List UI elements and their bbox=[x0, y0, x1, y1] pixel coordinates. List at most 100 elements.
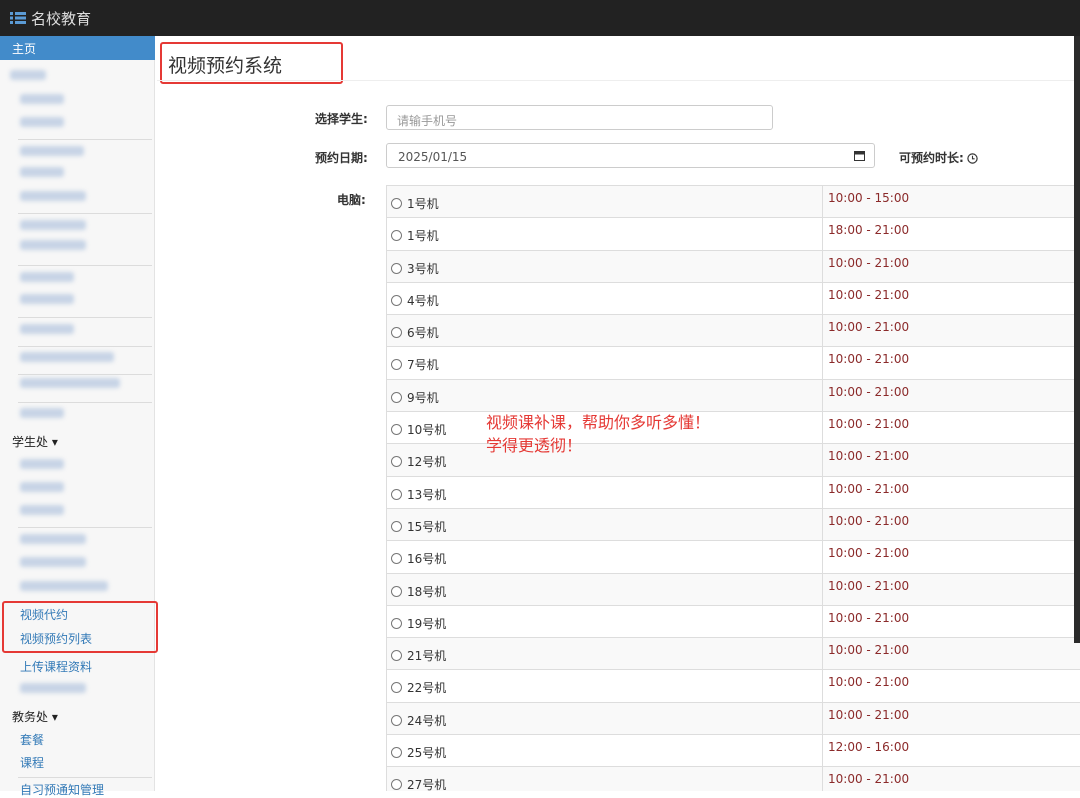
top-navbar: 名校教育 bbox=[0, 0, 1080, 36]
machine-radio[interactable] bbox=[391, 488, 402, 500]
machine-radio[interactable] bbox=[391, 424, 402, 436]
sidebar-redacted-item[interactable] bbox=[10, 70, 46, 80]
sidebar-redacted-item[interactable] bbox=[20, 94, 64, 104]
machine-name[interactable]: 3号机 bbox=[407, 260, 439, 277]
machine-name[interactable]: 22号机 bbox=[407, 679, 446, 696]
sidebar-redacted-item[interactable] bbox=[20, 191, 86, 201]
sidebar-redacted-item[interactable] bbox=[20, 581, 108, 591]
machine-row: 24号机 10:00 - 21:00 bbox=[387, 702, 1080, 736]
calendar-icon[interactable] bbox=[854, 150, 865, 161]
machine-radio[interactable] bbox=[391, 456, 402, 468]
machine-radio[interactable] bbox=[391, 682, 402, 694]
machine-name[interactable]: 13号机 bbox=[407, 486, 446, 503]
sidebar-item-courses[interactable]: 课程 bbox=[20, 754, 44, 771]
sidebar-redacted-item[interactable] bbox=[20, 294, 74, 304]
machine-row: 19号机 10:00 - 21:00 bbox=[387, 605, 1080, 639]
machine-name[interactable]: 15号机 bbox=[407, 518, 446, 535]
machine-radio[interactable] bbox=[391, 650, 402, 662]
sidebar-section-student[interactable]: 学生处 ▾ bbox=[12, 433, 58, 450]
brand-link[interactable]: 名校教育 bbox=[10, 7, 91, 29]
machine-name[interactable]: 18号机 bbox=[407, 583, 446, 600]
machine-name[interactable]: 7号机 bbox=[407, 356, 439, 373]
machine-cell: 18号机 bbox=[387, 573, 823, 605]
clock-icon bbox=[967, 153, 978, 164]
sidebar-redacted-item[interactable] bbox=[20, 220, 86, 230]
sidebar-redacted-item[interactable] bbox=[20, 459, 64, 469]
machine-cell: 15号机 bbox=[387, 508, 823, 541]
machine-radio[interactable] bbox=[391, 747, 402, 759]
machine-name[interactable]: 21号机 bbox=[407, 647, 446, 664]
machine-radio[interactable] bbox=[391, 230, 402, 242]
machine-time-slot: 10:00 - 21:00 bbox=[828, 449, 910, 464]
machine-radio[interactable] bbox=[391, 262, 402, 274]
machine-radio[interactable] bbox=[391, 779, 402, 791]
sidebar-item-packages[interactable]: 套餐 bbox=[20, 731, 44, 748]
sidebar-redacted-item[interactable] bbox=[20, 146, 84, 156]
machine-radio[interactable] bbox=[391, 520, 402, 532]
machine-row: 27号机 10:00 - 21:00 bbox=[387, 767, 1080, 791]
machine-row: 16号机 10:00 - 21:00 bbox=[387, 541, 1080, 574]
machine-row: 22号机 10:00 - 21:00 bbox=[387, 670, 1080, 703]
machine-radio[interactable] bbox=[391, 585, 402, 597]
machine-cell: 3号机 bbox=[387, 250, 823, 282]
machine-name[interactable]: 19号机 bbox=[407, 615, 446, 632]
sidebar-redacted-item[interactable] bbox=[20, 683, 86, 693]
machine-name[interactable]: 12号机 bbox=[407, 453, 446, 470]
machine-radio[interactable] bbox=[391, 359, 402, 371]
sidebar-redacted-item[interactable] bbox=[20, 324, 74, 334]
sidebar-item-upload-materials[interactable]: 上传课程资料 bbox=[20, 658, 92, 675]
machine-cell: 16号机 bbox=[387, 541, 823, 573]
machine-name[interactable]: 16号机 bbox=[407, 550, 446, 567]
machine-cell: 1号机 bbox=[387, 186, 823, 218]
sidebar-item-home-label: 主页 bbox=[12, 42, 37, 56]
machine-radio[interactable] bbox=[391, 198, 402, 209]
machine-name[interactable]: 1号机 bbox=[407, 195, 439, 212]
sidebar-item-study-notice[interactable]: 自习预通知管理 bbox=[20, 781, 104, 798]
sidebar-section-academic[interactable]: 教务处 ▾ bbox=[12, 708, 58, 725]
machine-cell: 1号机 bbox=[387, 218, 823, 250]
sidebar-redacted-item[interactable] bbox=[20, 482, 64, 492]
machine-name[interactable]: 1号机 bbox=[407, 227, 439, 244]
sidebar-redacted-item[interactable] bbox=[20, 240, 86, 250]
sidebar-redacted-item[interactable] bbox=[20, 408, 64, 418]
sidebar-divider bbox=[18, 213, 152, 214]
machine-name[interactable]: 25号机 bbox=[407, 744, 446, 761]
machine-time-slot: 10:00 - 21:00 bbox=[828, 352, 910, 367]
scrollbar[interactable] bbox=[1074, 36, 1080, 643]
machine-cell: 24号机 bbox=[387, 702, 823, 735]
brand-name: 名校教育 bbox=[31, 9, 92, 28]
sidebar-redacted-item[interactable] bbox=[20, 352, 114, 362]
machine-cell: 21号机 bbox=[387, 638, 823, 670]
machine-cell: 4号机 bbox=[387, 282, 823, 315]
sidebar-redacted-item[interactable] bbox=[20, 557, 86, 567]
sidebar-redacted-item[interactable] bbox=[20, 167, 64, 177]
sidebar-item-home[interactable]: 主页 bbox=[0, 36, 155, 60]
machine-radio[interactable] bbox=[391, 617, 402, 629]
machine-radio[interactable] bbox=[391, 327, 402, 339]
date-value: 2025/01/15 bbox=[398, 150, 468, 164]
student-phone-input[interactable]: 请输手机号 bbox=[386, 105, 773, 130]
machine-name[interactable]: 24号机 bbox=[407, 712, 446, 729]
machine-name[interactable]: 6号机 bbox=[407, 324, 439, 341]
machine-radio[interactable] bbox=[391, 391, 402, 403]
machine-cell: 22号机 bbox=[387, 670, 823, 702]
sidebar-redacted-item[interactable] bbox=[20, 272, 74, 282]
machine-cell: 19号机 bbox=[387, 605, 823, 638]
machine-radio[interactable] bbox=[391, 714, 402, 726]
sidebar-redacted-item[interactable] bbox=[20, 505, 64, 515]
machine-radio[interactable] bbox=[391, 553, 402, 565]
machine-name[interactable]: 4号机 bbox=[407, 292, 439, 309]
sidebar-redacted-item[interactable] bbox=[20, 534, 86, 544]
date-input[interactable]: 2025/01/15 bbox=[386, 143, 875, 168]
machine-name[interactable]: 10号机 bbox=[407, 421, 446, 438]
machine-name[interactable]: 27号机 bbox=[407, 776, 446, 791]
machine-row: 1号机 18:00 - 21:00 bbox=[387, 218, 1080, 251]
machine-radio[interactable] bbox=[391, 294, 402, 306]
title-divider bbox=[157, 80, 1075, 81]
sidebar-redacted-item[interactable] bbox=[20, 378, 120, 388]
machine-time-slot: 10:00 - 21:00 bbox=[828, 417, 910, 432]
sidebar-redacted-item[interactable] bbox=[20, 117, 64, 127]
computer-label: 电脑: bbox=[337, 193, 366, 207]
machine-name[interactable]: 9号机 bbox=[407, 389, 439, 406]
sidebar-divider bbox=[18, 402, 152, 403]
